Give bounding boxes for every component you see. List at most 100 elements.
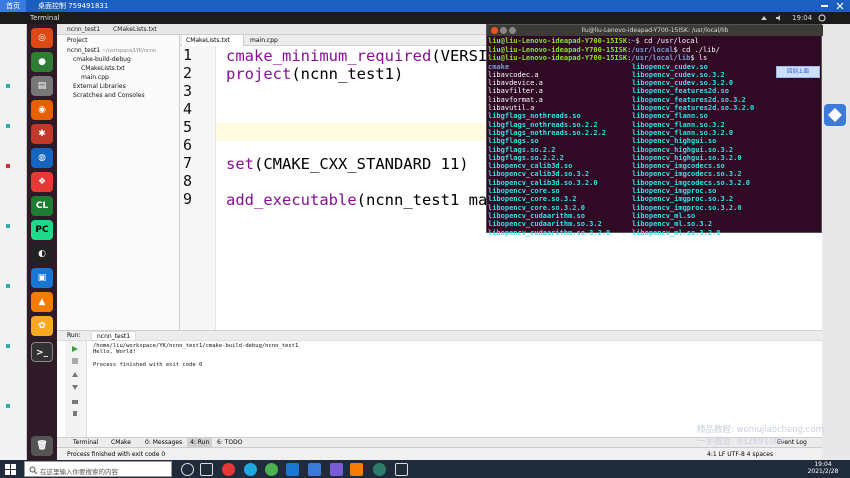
document-icon[interactable]: ▣	[31, 268, 53, 288]
files-icon[interactable]: ▤	[31, 76, 53, 96]
ls-entry: libopencv_cudev.so.3.2	[632, 70, 725, 79]
chrome-taskbar-icon[interactable]	[265, 463, 278, 476]
prompt-user: liu@liu-Lenovo-ideapad-Y700-15ISK	[488, 45, 628, 54]
clion-icon[interactable]: CL	[31, 196, 53, 216]
terminal-icon[interactable]: >_	[31, 342, 53, 362]
app-taskbar-icon[interactable]	[330, 463, 343, 476]
rerun-icon[interactable]	[71, 345, 79, 353]
tree-item-main-cpp[interactable]: main.cpp	[81, 74, 109, 81]
app-taskbar-icon[interactable]	[308, 463, 321, 476]
code-token: cmake_minimum_required	[226, 47, 432, 65]
ls-entry: libopencv_highgui.so.3.2	[632, 145, 734, 154]
app-taskbar-icon[interactable]	[350, 463, 363, 476]
tool-tab-todo[interactable]: 6: TODO	[217, 439, 242, 446]
ls-entry: libopencv_flann.so.3.2.0	[632, 128, 734, 137]
ls-entry: libgflags.so	[488, 137, 539, 146]
tree-item-build-dir[interactable]: cmake-build-debug	[73, 56, 131, 63]
app-taskbar-icon[interactable]	[373, 463, 386, 476]
ls-entry: libopencv_cudaarithm.so.3.2	[488, 220, 602, 229]
project-panel: Project ncnn_test1 ~/usr/space/LYK/ncnn …	[57, 35, 180, 330]
status-message: Process finished with exit code 0	[67, 451, 166, 458]
ls-entry: libopencv_imgcodecs.so	[632, 162, 725, 171]
scroll-down-icon[interactable]	[71, 383, 79, 391]
ls-entry: libopencv_highgui.so	[632, 137, 717, 146]
ls-entry: libgflags_nothreads.so.2.2.2	[488, 128, 607, 137]
ls-entry: libavfilter.a	[488, 87, 543, 96]
power-gear-icon[interactable]	[818, 14, 826, 22]
terminal-maximize-icon[interactable]	[509, 27, 516, 34]
remote-session-title: 桌面控制 759491831	[38, 2, 109, 10]
trash-icon[interactable]	[71, 409, 79, 417]
code-token: (ncnn_test1 mai	[356, 191, 497, 209]
tree-item-scratches[interactable]: Scratches and Consoles	[73, 92, 145, 99]
prompt-path: /usr/local/lib	[631, 54, 691, 62]
console-line: Process finished with exit code 0	[93, 362, 203, 368]
network-icon[interactable]	[760, 14, 768, 22]
line-number: 6	[183, 136, 193, 154]
nav-file-name[interactable]: CMakeLists.txt	[113, 26, 157, 33]
code-token: project	[226, 65, 292, 83]
remote-minimize-icon[interactable]	[821, 5, 828, 7]
terminal-close-icon[interactable]	[491, 27, 498, 34]
ls-entry: libopencv_ml.so.3.2	[632, 220, 713, 229]
line-number: 2	[183, 64, 193, 82]
firefox-icon[interactable]: ◉	[31, 100, 53, 120]
ls-entry: libopencv_flann.so.3.2	[632, 120, 725, 129]
trash-icon[interactable]: 🗑	[31, 436, 53, 456]
tree-item-cmakelists[interactable]: CMakeLists.txt	[81, 65, 125, 72]
line-number: 4	[183, 100, 193, 118]
chrome-icon[interactable]: ●	[31, 52, 53, 72]
obs-icon[interactable]: ◐	[31, 244, 53, 264]
tool-tab-cmake[interactable]: CMake	[111, 439, 131, 446]
windows-start-icon[interactable]	[5, 464, 16, 475]
taskbar-time: 19:04	[814, 461, 832, 468]
top-bar-clock: 19:04	[792, 14, 813, 22]
ls-entry: libopencv_features2d.so	[632, 87, 729, 96]
ubuntu-dash-icon[interactable]: ◎	[31, 28, 53, 48]
stop-icon[interactable]	[71, 357, 79, 365]
app-icon[interactable]: ❖	[31, 172, 53, 192]
tree-root[interactable]: ncnn_test1 ~/usr/space/LYK/ncnn	[67, 47, 156, 54]
background-marker	[6, 224, 10, 228]
floating-return-button[interactable]: 回到上面	[776, 66, 820, 78]
app-taskbar-icon[interactable]	[286, 463, 299, 476]
remote-close-icon[interactable]	[836, 2, 844, 10]
terminal-window[interactable]: liu@liu-Lenovo-ideapad-Y700-15ISK: /usr/…	[486, 24, 823, 237]
ls-entry: libopencv_imgproc.so.3.2	[632, 195, 734, 204]
vlc-icon[interactable]: ▲	[31, 292, 53, 312]
terminal-title: liu@liu-Lenovo-ideapad-Y700-15ISK: /usr/…	[487, 25, 823, 36]
ls-entry: libopencv_imgcodecs.so.3.2	[632, 170, 742, 179]
software-icon[interactable]: ✿	[31, 316, 53, 336]
prompt-command: $ ls	[690, 54, 708, 62]
taskbar-search-box[interactable]: 在这里输入你要搜索的内容	[24, 461, 172, 477]
remote-home-button[interactable]: 首页	[0, 0, 26, 12]
prompt-line: liu@liu-Lenovo-ideapad-Y700-15ISK:/usr/l…	[488, 54, 708, 62]
terminal-minimize-icon[interactable]	[500, 27, 507, 34]
edge-icon[interactable]	[244, 463, 257, 476]
tool-tab-terminal[interactable]: Terminal	[73, 439, 98, 446]
tool-tab-run[interactable]: 4: Run	[187, 438, 213, 447]
print-icon[interactable]	[71, 397, 79, 405]
tab-main-cpp[interactable]: main.cpp	[246, 35, 291, 46]
ls-entry: libopencv_imgcodecs.so.3.2.0	[632, 178, 751, 187]
project-panel-header[interactable]: Project	[67, 37, 88, 44]
volume-icon[interactable]	[775, 14, 783, 22]
run-console-output[interactable]: /home/liu/workspace/YK/ncnn_test1/cmake-…	[93, 343, 298, 368]
pycharm-icon[interactable]: PC	[31, 220, 53, 240]
search-icon	[29, 466, 37, 474]
task-view-icon[interactable]	[200, 463, 213, 476]
app-taskbar-icon[interactable]	[395, 463, 408, 476]
app-taskbar-icon[interactable]	[222, 463, 235, 476]
nav-project-name[interactable]: ncnn_test1	[67, 26, 100, 33]
scroll-up-icon[interactable]	[71, 371, 79, 379]
floating-assistant-icon[interactable]	[824, 104, 846, 126]
tree-item-external-libraries[interactable]: External Libraries	[73, 83, 126, 90]
browser-icon[interactable]: ◍	[31, 148, 53, 168]
settings-icon[interactable]: ✱	[31, 124, 53, 144]
tool-tab-messages[interactable]: 0: Messages	[145, 439, 182, 446]
prompt-user: liu@liu-Lenovo-ideapad-Y700-15ISK	[488, 54, 628, 62]
cortana-icon[interactable]	[181, 463, 194, 476]
tab-cmakelists[interactable]: CMakeLists.txt	[182, 35, 244, 46]
status-file-info[interactable]: 4:1 LF UTF-8 4 spaces	[707, 451, 773, 458]
run-config-tab[interactable]: ncnn_test1	[91, 331, 137, 341]
